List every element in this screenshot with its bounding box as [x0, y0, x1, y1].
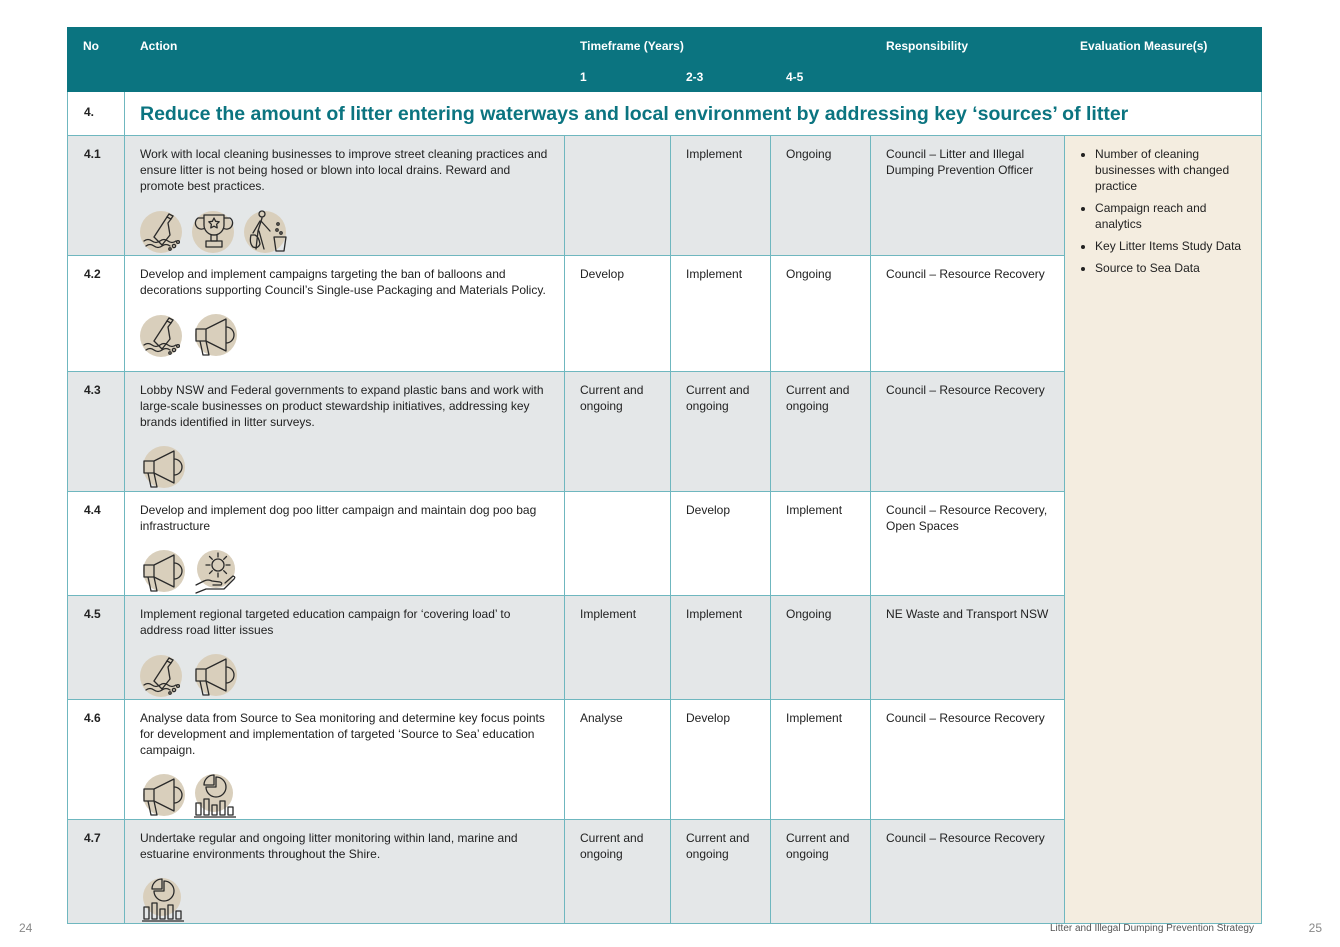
timeframe-year-2-3: Current and ongoing	[670, 371, 771, 492]
row-responsibility: NE Waste and Transport NSW	[870, 595, 1066, 700]
row-action: Work with local cleaning businesses to i…	[124, 135, 565, 256]
action-text: Implement regional targeted education ca…	[140, 607, 511, 637]
action-icons	[140, 549, 550, 595]
megaphone-icon	[140, 445, 186, 491]
row-number: 4.5	[67, 595, 125, 700]
row-action: Analyse data from Source to Sea monitori…	[124, 699, 565, 820]
document-title: Litter and Illegal Dumping Prevention St…	[1049, 923, 1254, 934]
gear-hand-icon	[192, 549, 238, 595]
table-row: 4.1 Work with local cleaning businesses t…	[67, 135, 1263, 924]
timeframe-year-4-5: Ongoing	[769, 135, 872, 256]
timeframe-year-1	[564, 491, 671, 596]
header-year-4-5: 4-5	[769, 59, 872, 92]
timeframe-year-4-5: Implement	[769, 491, 872, 596]
row-action: Develop and implement dog poo litter cam…	[124, 491, 565, 596]
header-year-1: 1	[564, 59, 671, 92]
bottle-water-icon	[140, 313, 186, 359]
timeframe-year-1: Implement	[564, 595, 671, 700]
row-responsibility: Council – Resource Recovery	[870, 255, 1066, 372]
section-title: Reduce the amount of litter entering wat…	[123, 91, 1263, 136]
row-number: 4.1	[67, 135, 125, 256]
right-page-number: 25	[1308, 921, 1322, 935]
row-responsibility: Council – Litter and Illegal Dumping Pre…	[870, 135, 1066, 256]
evaluation-list: Number of cleaning businesses with chang…	[1079, 146, 1251, 276]
timeframe-year-1: Analyse	[564, 699, 671, 820]
action-icons	[140, 773, 550, 819]
evaluation-item: Key Litter Items Study Data	[1095, 238, 1251, 254]
megaphone-icon	[192, 313, 238, 359]
timeframe-year-2-3: Implement	[670, 135, 771, 256]
row-action: Implement regional targeted education ca…	[124, 595, 565, 700]
action-icons	[140, 445, 550, 491]
megaphone-icon	[140, 773, 186, 819]
timeframe-year-4-5: Ongoing	[769, 255, 872, 372]
chart-icon	[192, 773, 238, 819]
row-action: Undertake regular and ongoing litter mon…	[124, 819, 565, 924]
bottle-water-icon	[140, 209, 186, 255]
action-text: Develop and implement campaigns targetin…	[140, 267, 546, 297]
row-action: Develop and implement campaigns targetin…	[124, 255, 565, 372]
timeframe-year-4-5: Implement	[769, 699, 872, 820]
timeframe-year-2-3: Develop	[670, 491, 771, 596]
row-number: 4.7	[67, 819, 125, 924]
timeframe-year-1: Current and ongoing	[564, 371, 671, 492]
action-text: Work with local cleaning businesses to i…	[140, 147, 548, 193]
row-responsibility: Council – Resource Recovery, Open Spaces	[870, 491, 1066, 596]
row-responsibility: Council – Resource Recovery	[870, 371, 1066, 492]
timeframe-year-2-3: Implement	[670, 255, 771, 372]
row-number: 4.4	[67, 491, 125, 596]
timeframe-year-4-5: Current and ongoing	[769, 371, 872, 492]
chart-icon	[140, 877, 186, 923]
action-plan-table: No Action Timeframe (Years) Responsibili…	[67, 27, 1263, 924]
person-bin-icon	[244, 209, 290, 255]
header-no: No	[67, 27, 125, 92]
timeframe-year-4-5: Current and ongoing	[769, 819, 872, 924]
header-evaluation: Evaluation Measure(s)	[1064, 27, 1263, 92]
header-action: Action	[124, 27, 565, 92]
row-number: 4.3	[67, 371, 125, 492]
timeframe-year-2-3: Develop	[670, 699, 771, 820]
timeframe-year-4-5: Ongoing	[769, 595, 872, 700]
row-responsibility: Council – Resource Recovery	[870, 699, 1066, 820]
action-text: Undertake regular and ongoing litter mon…	[140, 831, 518, 861]
timeframe-year-2-3: Implement	[670, 595, 771, 700]
evaluation-measures: Number of cleaning businesses with chang…	[1064, 135, 1263, 924]
evaluation-item: Source to Sea Data	[1095, 260, 1251, 276]
section-number: 4.	[67, 91, 125, 136]
header-timeframe: Timeframe (Years)	[563, 27, 872, 60]
row-action: Lobby NSW and Federal governments to exp…	[124, 371, 565, 492]
action-text: Develop and implement dog poo litter cam…	[140, 503, 537, 533]
action-icons	[140, 653, 550, 699]
evaluation-item: Campaign reach and analytics	[1095, 200, 1251, 232]
trophy-icon	[192, 209, 238, 255]
action-icons	[140, 313, 550, 359]
row-responsibility: Council – Resource Recovery	[870, 819, 1066, 924]
timeframe-year-1: Develop	[564, 255, 671, 372]
timeframe-year-1	[564, 135, 671, 256]
row-number: 4.6	[67, 699, 125, 820]
evaluation-item: Number of cleaning businesses with chang…	[1095, 146, 1251, 194]
timeframe-year-2-3: Current and ongoing	[670, 819, 771, 924]
action-text: Analyse data from Source to Sea monitori…	[140, 711, 545, 757]
timeframe-year-1: Current and ongoing	[564, 819, 671, 924]
header-year-2-3: 2-3	[670, 59, 771, 92]
section-row: 4. Reduce the amount of litter entering …	[67, 91, 1263, 136]
action-icons	[140, 877, 550, 923]
header-responsibility: Responsibility	[870, 27, 1066, 92]
left-page-number: 24	[19, 921, 33, 935]
megaphone-icon	[192, 653, 238, 699]
action-icons	[140, 209, 550, 255]
row-number: 4.2	[67, 255, 125, 372]
bottle-water-icon	[140, 653, 186, 699]
action-text: Lobby NSW and Federal governments to exp…	[140, 383, 544, 429]
megaphone-icon	[140, 549, 186, 595]
